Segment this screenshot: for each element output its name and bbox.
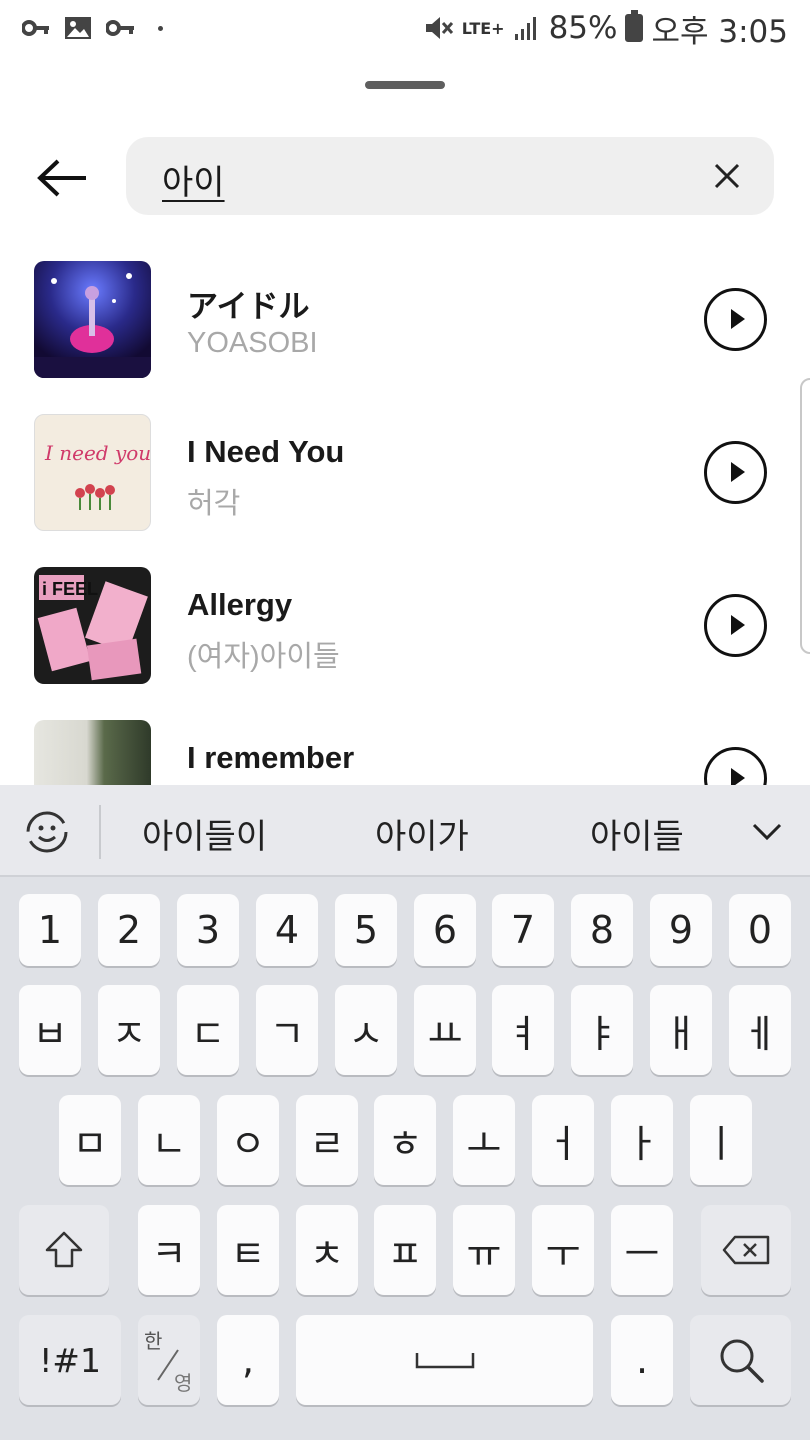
key-g[interactable]: ㄱ (256, 985, 318, 1075)
key-u[interactable]: ㅜ (532, 1205, 594, 1295)
song-title: Allergy (187, 587, 293, 622)
status-left-icons (22, 16, 163, 40)
back-button[interactable] (32, 150, 94, 206)
key-1[interactable]: 1 (19, 894, 81, 966)
key-j[interactable]: ㅈ (98, 985, 160, 1075)
chevron-down-icon[interactable] (750, 815, 784, 849)
key-n[interactable]: ㄴ (138, 1095, 200, 1185)
song-artist: YOASOBI (187, 327, 318, 359)
album-art: i FEEL (34, 567, 151, 684)
lang-english-label: 영 (174, 1371, 193, 1395)
sticker-switch-icon[interactable] (22, 807, 72, 857)
key-5[interactable]: 5 (335, 894, 397, 966)
space-icon (415, 1353, 474, 1369)
sheet-drag-handle[interactable] (365, 81, 445, 89)
keyboard: 아이들이 아이가 아이들 1 2 3 4 5 6 7 8 9 0 ㅂ ㅈ ㄷ ㄱ… (0, 785, 810, 1440)
key-b[interactable]: ㅂ (19, 985, 81, 1075)
battery-percent: 85% (548, 10, 618, 46)
mute-icon (425, 17, 453, 39)
list-item[interactable]: アイドル YOASOBI (0, 243, 810, 393)
suggestion-2[interactable]: 아이가 (375, 809, 469, 858)
key-8[interactable]: 8 (571, 894, 633, 966)
search-results-list[interactable]: アイドル YOASOBI I need you. I Need You 허각 i… (0, 243, 810, 785)
space-key[interactable] (296, 1315, 593, 1405)
song-artist: (여자)아이들 (187, 641, 340, 673)
key-0[interactable]: 0 (729, 894, 791, 966)
status-right: LTE+ 85% 오후 3:05 (424, 6, 788, 51)
suggestion-3[interactable]: 아이들 (590, 809, 684, 858)
key-k[interactable]: ㅋ (138, 1205, 200, 1295)
search-key[interactable] (690, 1315, 791, 1405)
search-input[interactable]: 아이 (162, 155, 225, 204)
key-ae[interactable]: ㅐ (650, 985, 712, 1075)
key-7[interactable]: 7 (492, 894, 554, 966)
play-button[interactable] (704, 594, 767, 657)
key-ng[interactable]: ㅇ (217, 1095, 279, 1185)
album-art: I need you. (34, 414, 151, 531)
backspace-icon (722, 1235, 770, 1265)
song-title: アイドル (187, 289, 310, 324)
key-ya[interactable]: ㅑ (571, 985, 633, 1075)
list-item[interactable]: i FEEL Allergy (여자)아이들 (0, 549, 810, 699)
key-eo[interactable]: ㅓ (532, 1095, 594, 1185)
status-bar: LTE+ 85% 오후 3:05 (0, 0, 810, 56)
key-icon (22, 20, 49, 36)
key-yu[interactable]: ㅠ (453, 1205, 515, 1295)
key-4[interactable]: 4 (256, 894, 318, 966)
key-m[interactable]: ㅁ (59, 1095, 121, 1185)
song-artist: 허각 (187, 488, 241, 520)
edge-panel-handle[interactable] (800, 378, 810, 654)
key-a[interactable]: ㅏ (611, 1095, 673, 1185)
suggestion-bar: 아이들이 아이가 아이들 (0, 785, 810, 877)
key-yeo[interactable]: ㅕ (492, 985, 554, 1075)
comma-key[interactable]: , (217, 1315, 279, 1405)
signal-icon (514, 17, 536, 40)
key-r[interactable]: ㄹ (296, 1095, 358, 1185)
clear-search-button[interactable] (710, 159, 744, 193)
symbols-key[interactable]: !#1 (19, 1315, 121, 1405)
key-ch[interactable]: ㅊ (296, 1205, 358, 1295)
album-art (34, 720, 151, 785)
clock: 오후 3:05 (651, 13, 788, 50)
suggestion-1[interactable]: 아이들이 (142, 809, 267, 858)
dot-icon (158, 25, 163, 31)
list-item[interactable]: I remember (0, 702, 810, 785)
search-box[interactable]: 아이 (126, 137, 774, 215)
song-title: I remember (187, 740, 355, 775)
key-s[interactable]: ㅅ (335, 985, 397, 1075)
language-switch-key[interactable]: 한 영 (138, 1315, 200, 1405)
key-i[interactable]: ㅣ (690, 1095, 752, 1185)
key-6[interactable]: 6 (414, 894, 476, 966)
arrow-left-icon (37, 159, 86, 197)
key-yo[interactable]: ㅛ (414, 985, 476, 1075)
play-button[interactable] (704, 747, 767, 785)
key-p[interactable]: ㅍ (374, 1205, 436, 1295)
battery-icon (625, 10, 644, 42)
album-art (34, 261, 151, 378)
key-9[interactable]: 9 (650, 894, 712, 966)
key-t[interactable]: ㅌ (217, 1205, 279, 1295)
shift-icon (45, 1231, 83, 1268)
backspace-key[interactable] (701, 1205, 791, 1295)
key-3[interactable]: 3 (177, 894, 239, 966)
key-o[interactable]: ㅗ (453, 1095, 515, 1185)
key-d[interactable]: ㄷ (177, 985, 239, 1075)
network-type: LTE+ (461, 18, 505, 38)
song-title: I Need You (187, 434, 345, 469)
search-icon (720, 1339, 764, 1383)
divider (99, 805, 101, 859)
svg-text:I need you.: I need you. (44, 441, 151, 465)
key-icon (106, 20, 134, 36)
svg-text:i FEEL: i FEEL (42, 579, 98, 599)
key-e[interactable]: ㅔ (729, 985, 791, 1075)
play-button[interactable] (704, 441, 767, 504)
list-item[interactable]: I need you. I Need You 허각 (0, 396, 810, 546)
shift-key[interactable] (19, 1205, 109, 1295)
key-h[interactable]: ㅎ (374, 1095, 436, 1185)
play-button[interactable] (704, 288, 767, 351)
key-eu[interactable]: ㅡ (611, 1205, 673, 1295)
key-2[interactable]: 2 (98, 894, 160, 966)
period-key[interactable]: . (611, 1315, 673, 1405)
image-icon (65, 17, 91, 39)
